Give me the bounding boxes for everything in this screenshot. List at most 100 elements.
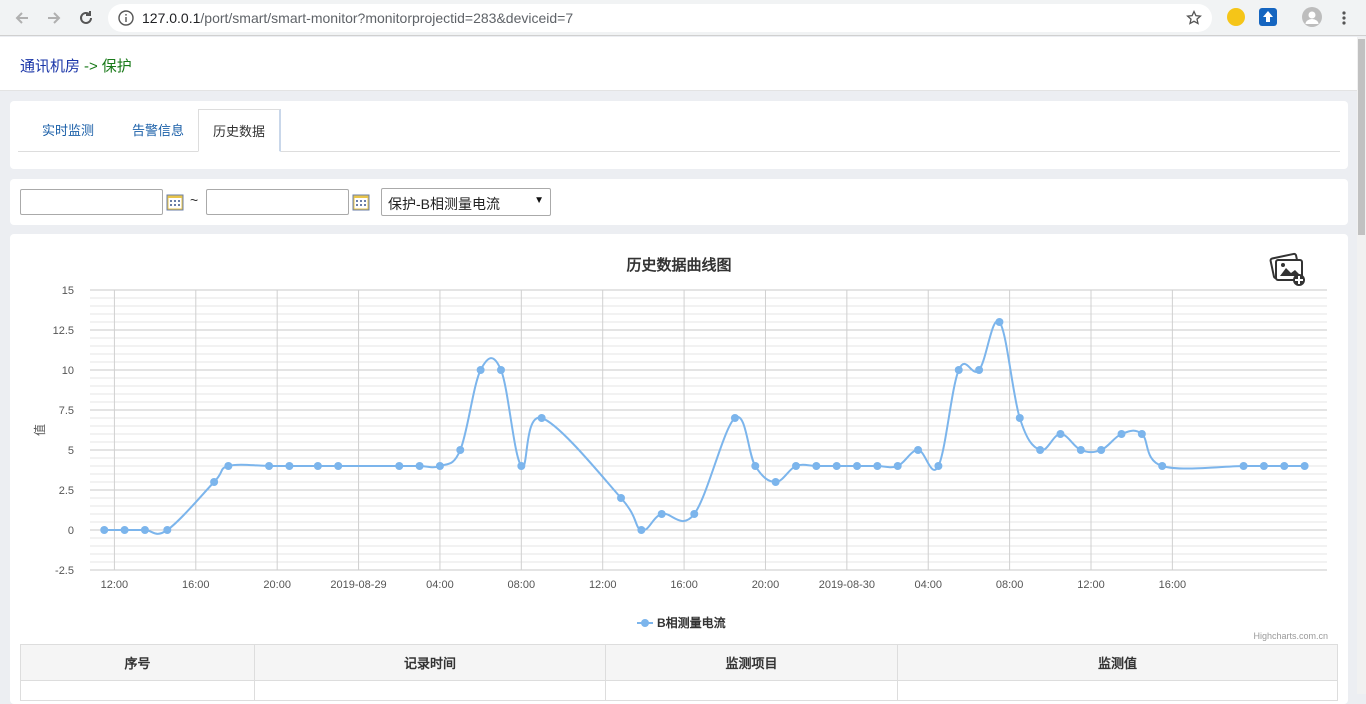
data-point: [791, 462, 800, 470]
breadcrumb-arrow: ->: [84, 58, 98, 75]
menu-icon[interactable]: [1332, 6, 1356, 30]
tab-realtime[interactable]: 实时监测: [28, 109, 108, 152]
start-date-input[interactable]: [20, 189, 163, 215]
data-point: [1097, 446, 1106, 454]
x-tick-label: 04:00: [426, 579, 454, 591]
data-point: [456, 446, 465, 454]
star-icon[interactable]: [1186, 10, 1202, 26]
x-tick-label: 08:00: [996, 579, 1024, 591]
series-line: [104, 320, 1305, 535]
breadcrumb-bar: 通讯机房 -> 保护: [0, 37, 1357, 91]
end-date-input[interactable]: [206, 189, 349, 215]
data-point: [496, 366, 505, 374]
breadcrumb-room[interactable]: 通讯机房: [20, 58, 80, 75]
col-index-header[interactable]: 序号: [20, 644, 255, 681]
export-image-icon[interactable]: [1269, 252, 1305, 286]
table-row[interactable]: [20, 680, 1338, 701]
data-point: [832, 462, 841, 470]
x-tick-label: 20:00: [752, 579, 780, 591]
url-text: 127.0.0.1/port/smart/smart-monitor?monit…: [142, 10, 574, 26]
data-point: [1280, 462, 1289, 470]
back-icon[interactable]: [10, 6, 34, 30]
x-tick-label: 04:00: [914, 579, 942, 591]
data-point: [1036, 446, 1045, 454]
table-header-row: 序号 记录时间 监测项目 监测值: [20, 644, 1338, 681]
browser-toolbar: 127.0.0.1/port/smart/smart-monitor?monit…: [0, 0, 1366, 36]
y-tick-label: 10: [62, 365, 74, 377]
data-point: [140, 526, 149, 534]
data-point: [637, 526, 646, 534]
x-tick-label: 12:00: [101, 579, 129, 591]
chevron-down-icon: ▼: [534, 195, 544, 206]
data-point: [730, 414, 739, 422]
page-scrollbar[interactable]: [1357, 37, 1366, 694]
history-chart: 15 12.5 10 7.5 5 2.5 0 -2.5 12:00 16:00 20:00 2019-…: [32, 252, 1328, 641]
col-time-header[interactable]: 记录时间: [254, 644, 606, 681]
data-point: [285, 462, 294, 470]
chart-credit: Highcharts.com.cn: [1253, 631, 1328, 641]
data-point: [210, 478, 219, 486]
data-point: [853, 462, 862, 470]
x-tick-label: 16:00: [670, 579, 698, 591]
data-point: [812, 462, 821, 470]
extension-icon-1[interactable]: [1227, 8, 1245, 26]
data-point: [657, 510, 666, 518]
y-axis-label: 值: [32, 424, 47, 436]
address-bar[interactable]: 127.0.0.1/port/smart/smart-monitor?monit…: [108, 4, 1212, 32]
col-value-header[interactable]: 监测值: [897, 644, 1338, 681]
reload-icon[interactable]: [74, 6, 98, 30]
data-point: [313, 462, 322, 470]
x-tick-label: 08:00: [508, 579, 536, 591]
tab-history[interactable]: 历史数据: [198, 109, 282, 152]
tab-bar: 实时监测 告警信息 历史数据: [18, 109, 1340, 152]
data-point: [934, 462, 943, 470]
data-point: [1117, 430, 1126, 438]
data-point: [873, 462, 882, 470]
chart-panel: 15 12.5 10 7.5 5 2.5 0 -2.5 12:00 16:00 20:00 2019-…: [10, 234, 1348, 704]
y-tick-label: 0: [68, 525, 74, 537]
x-tick-label: 2019-08-30: [819, 579, 875, 591]
data-point: [1259, 462, 1268, 470]
calendar-icon[interactable]: [166, 193, 184, 211]
select-value: 保护-B相测量电流: [388, 196, 500, 212]
monitor-item-select[interactable]: 保护-B相测量电流 ▼: [381, 188, 551, 216]
date-separator: ~: [190, 192, 199, 208]
data-point: [954, 366, 963, 374]
data-point: [893, 462, 902, 470]
tab-alarms[interactable]: 告警信息: [118, 109, 198, 152]
data-point: [1300, 462, 1309, 470]
data-point: [1015, 414, 1024, 422]
data-point: [914, 446, 923, 454]
data-point: [1158, 462, 1167, 470]
history-table: 序号 记录时间 监测项目 监测值: [20, 644, 1338, 701]
data-point: [120, 526, 129, 534]
tab-panel: 实时监测 告警信息 历史数据: [10, 101, 1348, 169]
calendar-icon[interactable]: [352, 193, 370, 211]
data-point: [476, 366, 485, 374]
x-tick-label: 2019-08-29: [330, 579, 386, 591]
data-point: [771, 478, 780, 486]
y-tick-label: 2.5: [59, 485, 74, 497]
info-icon[interactable]: [118, 10, 134, 26]
filter-panel: ~ 保护-B相测量电流 ▼: [10, 179, 1348, 225]
chart-title: 历史数据曲线图: [626, 256, 731, 274]
forward-icon[interactable]: [42, 6, 66, 30]
breadcrumb: 通讯机房 -> 保护: [20, 55, 132, 76]
col-item-header[interactable]: 监测项目: [605, 644, 898, 681]
x-tick-label: 12:00: [1077, 579, 1105, 591]
profile-avatar-icon[interactable]: [1302, 7, 1322, 27]
data-point: [995, 318, 1004, 326]
extension-icon-2[interactable]: [1259, 8, 1277, 26]
y-tick-label: 15: [62, 285, 74, 297]
data-point: [265, 462, 274, 470]
x-tick-label: 16:00: [1159, 579, 1187, 591]
scrollbar-thumb[interactable]: [1358, 39, 1365, 235]
page-content: 通讯机房 -> 保护 实时监测 告警信息 历史数据 ~ 保护-B相测量电流 ▼ 15…: [0, 37, 1357, 704]
y-tick-label: 7.5: [59, 405, 74, 417]
y-tick-label: -2.5: [55, 565, 74, 577]
data-point: [334, 462, 343, 470]
y-tick-label: 12.5: [53, 325, 74, 337]
legend-label: B相测量电流: [657, 615, 726, 630]
data-point: [1137, 430, 1146, 438]
data-point: [1076, 446, 1085, 454]
